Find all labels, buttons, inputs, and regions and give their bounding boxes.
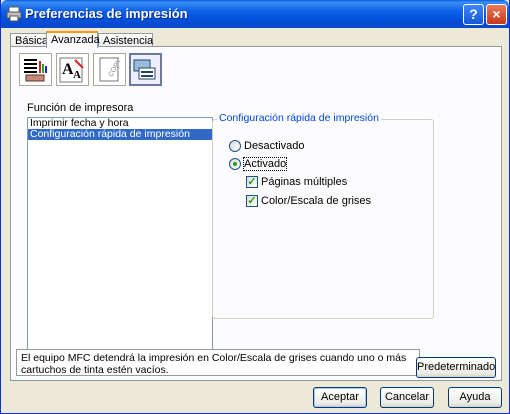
help-title-button[interactable]: ? bbox=[463, 4, 484, 25]
printing-preferences-dialog: Preferencias de impresión ? × Básica Ava… bbox=[0, 0, 510, 414]
predeterminado-button[interactable]: Predeterminado bbox=[416, 357, 496, 378]
radio-desactivado[interactable] bbox=[229, 140, 241, 152]
tab-basica[interactable]: Básica bbox=[10, 33, 48, 47]
printer-icon bbox=[6, 6, 22, 22]
checkbox-paginas-multiples-label: Páginas múltiples bbox=[261, 176, 348, 188]
copy-watermark-button[interactable]: COPY bbox=[93, 53, 126, 86]
function-list[interactable]: Imprimir fecha y hora Configuración rápi… bbox=[27, 117, 213, 363]
device-options-icon bbox=[133, 59, 156, 80]
quick-setup-group-title: Configuración rápida de impresión bbox=[217, 112, 381, 124]
ayuda-button[interactable]: Ayuda bbox=[448, 387, 502, 408]
tab-asistencia[interactable]: Asistencia bbox=[98, 33, 153, 47]
radio-activado-label: Activado bbox=[242, 157, 288, 171]
window-title: Preferencias de impresión bbox=[25, 6, 188, 21]
radio-selected-dot bbox=[233, 162, 237, 166]
function-list-label: Función de impresora bbox=[27, 102, 134, 114]
svg-text:A: A bbox=[73, 69, 81, 81]
printer-quality-icon bbox=[24, 59, 47, 82]
radio-desactivado-label: Desactivado bbox=[244, 140, 305, 152]
text-scaling-icon: A A bbox=[59, 57, 84, 83]
cancelar-button[interactable]: Cancelar bbox=[380, 387, 434, 408]
checkbox-color-escala-grises[interactable]: ✓ bbox=[246, 195, 258, 207]
checkbox-paginas-multiples[interactable]: ✓ bbox=[246, 176, 258, 188]
advanced-tab-panel: A A COPY Función de impresora Imprimir f… bbox=[10, 46, 502, 381]
close-button[interactable]: × bbox=[486, 4, 507, 25]
device-options-button[interactable] bbox=[129, 53, 162, 86]
text-scaling-button[interactable]: A A bbox=[56, 53, 89, 86]
title-bar[interactable]: Preferencias de impresión ? × bbox=[1, 0, 509, 28]
tab-avanzada[interactable]: Avanzada bbox=[46, 31, 100, 48]
radio-activado[interactable] bbox=[229, 158, 241, 170]
list-item-configuracion-rapida[interactable]: Configuración rápida de impresión bbox=[28, 129, 212, 140]
checkbox-color-escala-grises-label: Color/Escala de grises bbox=[261, 195, 372, 207]
aceptar-button[interactable]: Aceptar bbox=[313, 387, 367, 408]
info-message: El equipo MFC detendrá la impresión en C… bbox=[16, 349, 420, 376]
copy-watermark-icon: COPY bbox=[99, 57, 124, 82]
printer-quality-button[interactable] bbox=[19, 53, 52, 86]
